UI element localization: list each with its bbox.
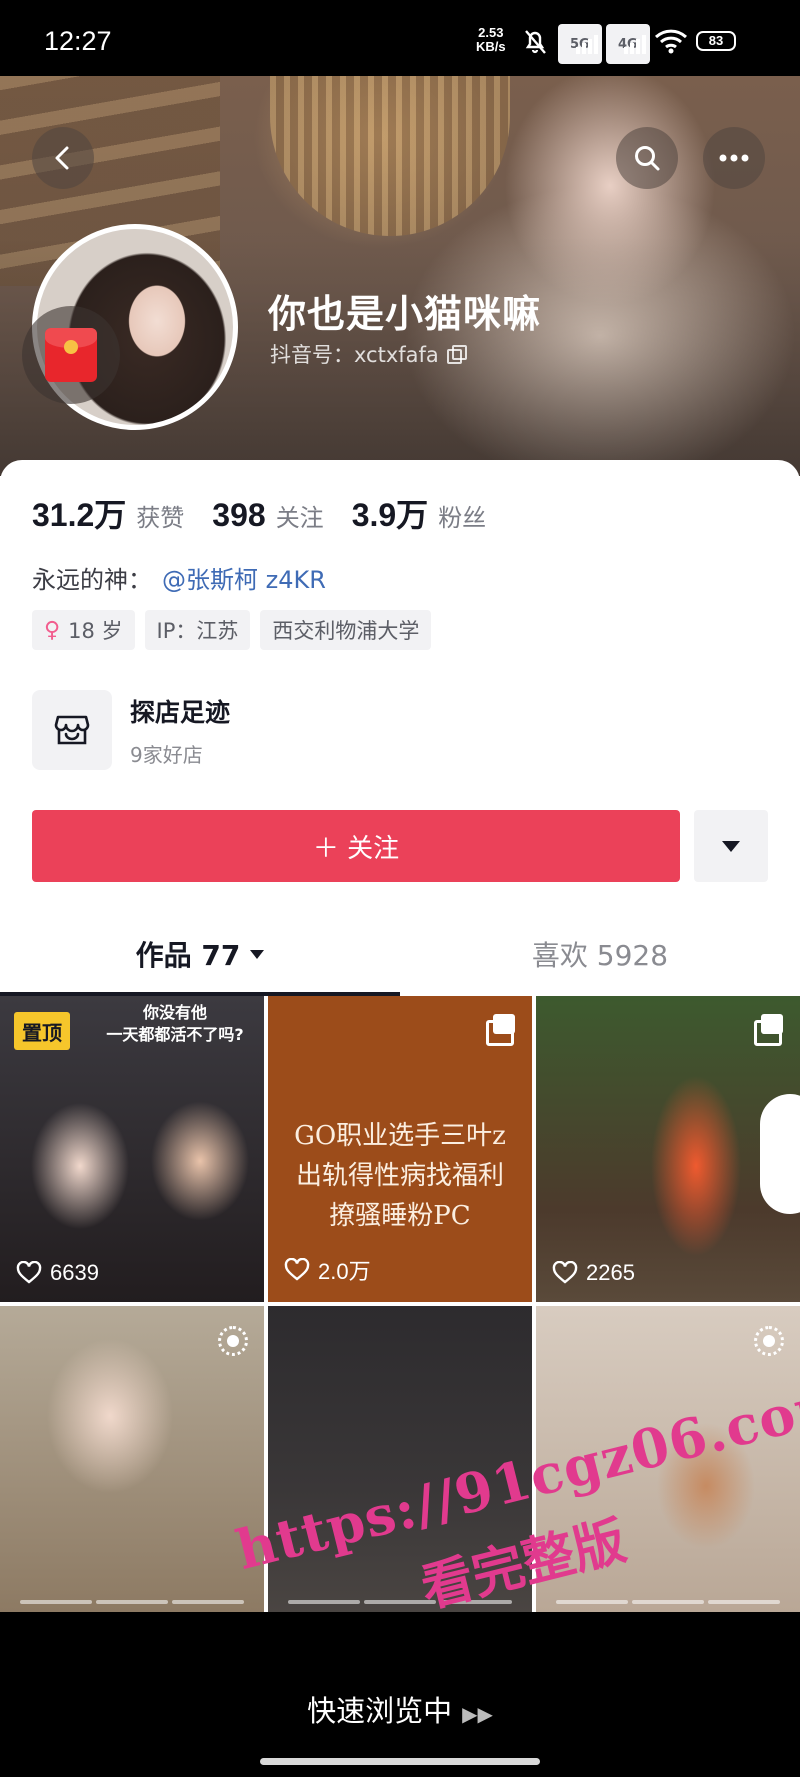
status-icons: 5G 4G 83	[520, 24, 736, 64]
female-icon: ♀	[44, 617, 61, 643]
stat-followers[interactable]: 3.9万 粉丝	[352, 490, 487, 536]
shop-visits-entry[interactable]: 探店足迹 9家好店	[32, 690, 230, 770]
shop-visits-subtitle: 9家好店	[130, 742, 203, 767]
red-packet-icon	[45, 328, 97, 382]
tab-likes[interactable]: 喜欢 5928	[400, 912, 800, 996]
tab-works[interactable]: 作品 77	[0, 912, 400, 996]
signal-4g-icon: 4G	[606, 24, 650, 64]
video-card[interactable]	[536, 1306, 800, 1612]
video-card[interactable]: GO职业选手三叶z 出轨得性病找福利 撩骚睡粉PC 2.0万	[268, 996, 532, 1302]
gallery-icon	[754, 1014, 784, 1046]
stat-following-num: 398	[212, 497, 266, 533]
like-count: 2265	[552, 1260, 635, 1286]
like-count-value: 2265	[586, 1260, 635, 1285]
stat-followers-num: 3.9万	[351, 497, 429, 533]
recommend-dropdown-button[interactable]	[694, 810, 768, 882]
profile-card: 31.2万 获赞 398 关注 3.9万 粉丝 永远的神： @张斯柯 z4KR ♀…	[0, 460, 800, 1000]
douyin-id: 抖音号：xctxfafa	[270, 339, 467, 369]
back-button[interactable]	[32, 127, 94, 189]
video-grid: 你没有他 一天都都活不了吗? 置顶 6639 GO职业选手三叶z 出轨得性病找福…	[0, 996, 800, 1612]
cover-caption: GO职业选手三叶z 出轨得性病找福利 撩骚睡粉PC	[294, 1121, 506, 1231]
mute-bell-icon	[525, 30, 546, 54]
carousel-progress	[0, 1600, 264, 1604]
shop-visits-title: 探店足迹	[130, 697, 231, 727]
heart-icon	[284, 1258, 310, 1281]
more-icon	[719, 154, 749, 162]
stat-following-label: 关注	[275, 504, 324, 532]
douyin-id-text: 抖音号：xctxfafa	[270, 343, 439, 367]
back-icon	[55, 146, 69, 170]
stat-followers-label: 粉丝	[438, 504, 487, 532]
battery-indicator: 83	[696, 31, 736, 51]
copy-icon[interactable]	[446, 345, 467, 364]
bio-mention-link[interactable]: @张斯柯 z4KR	[162, 566, 326, 594]
status-bar: 12:27 2.53 KB/s 5G 4G 83	[0, 0, 800, 76]
caret-down-icon	[722, 840, 740, 852]
live-photo-icon	[218, 1326, 248, 1356]
network-speed-value: 2.53	[478, 25, 504, 40]
bio: 永远的神： @张斯柯 z4KR	[32, 560, 326, 595]
stat-following[interactable]: 398 关注	[212, 497, 323, 534]
video-card[interactable]: 你没有他 一天都都活不了吗? 置顶 6639	[0, 996, 264, 1302]
like-count-value: 2.0万	[318, 1259, 371, 1284]
video-card[interactable]: 2265	[536, 996, 800, 1302]
profile-tags: ♀ 18 岁 IP：江苏 西交利物浦大学	[32, 610, 432, 650]
wifi-icon	[654, 29, 688, 54]
bio-text: 永远的神：	[32, 566, 152, 594]
clock: 12:27	[44, 26, 112, 56]
live-photo-icon	[754, 1326, 784, 1356]
like-count: 2.0万	[284, 1254, 371, 1286]
network-speed-unit: KB/s	[476, 39, 506, 54]
like-count-value: 6639	[50, 1260, 99, 1285]
tab-works-label: 作品 77	[135, 939, 241, 972]
gallery-icon	[486, 1014, 516, 1046]
signal-5g-icon: 5G	[558, 24, 602, 64]
cover-caption: 你没有他 一天都都活不了吗?	[106, 1003, 244, 1044]
bottom-bar: 快速浏览中 ▶▶	[0, 1612, 800, 1777]
pinned-badge: 置顶	[14, 1012, 70, 1050]
age-tag: ♀ 18 岁	[32, 610, 135, 650]
ip-tag: IP：江苏	[144, 610, 251, 650]
school-tag[interactable]: 西交利物浦大学	[260, 610, 432, 650]
tab-likes-label: 喜欢 5928	[531, 939, 669, 972]
video-card[interactable]	[268, 1306, 532, 1612]
age-tag-label: 18 岁	[68, 619, 123, 643]
side-panel-tab[interactable]	[760, 1094, 800, 1214]
nickname: 你也是小猫咪嘛	[268, 292, 542, 336]
follow-button[interactable]: ＋ 关注	[32, 810, 680, 882]
fast-forward-icon: ▶▶	[462, 1702, 493, 1726]
heart-icon	[552, 1261, 578, 1284]
network-speed: 2.53 KB/s	[476, 26, 506, 54]
video-card[interactable]	[0, 1306, 264, 1612]
heart-icon	[16, 1261, 42, 1284]
search-icon	[635, 146, 660, 171]
stat-likes-num: 31.2万	[32, 497, 127, 533]
stat-likes-label: 获赞	[136, 504, 185, 532]
search-button[interactable]	[616, 127, 678, 189]
like-count: 6639	[16, 1260, 99, 1286]
carousel-progress	[268, 1600, 532, 1604]
home-indicator[interactable]	[260, 1758, 540, 1765]
red-packet-button[interactable]	[22, 306, 120, 404]
store-icon	[32, 690, 112, 770]
carousel-progress	[536, 1600, 800, 1604]
quick-browse-label: 快速浏览中	[307, 1694, 453, 1728]
stats-row: 31.2万 获赞 398 关注 3.9万 粉丝	[32, 490, 486, 536]
quick-browse-indicator[interactable]: 快速浏览中 ▶▶	[0, 1688, 800, 1730]
more-button[interactable]	[703, 127, 765, 189]
stat-likes[interactable]: 31.2万 获赞	[32, 490, 184, 536]
caret-down-icon	[250, 949, 265, 959]
profile-screen: 12:27 2.53 KB/s 5G 4G 83 你也是小猫咪嘛 抖音号：xct…	[0, 0, 800, 1777]
content-tabs: 作品 77 喜欢 5928	[0, 912, 800, 1000]
